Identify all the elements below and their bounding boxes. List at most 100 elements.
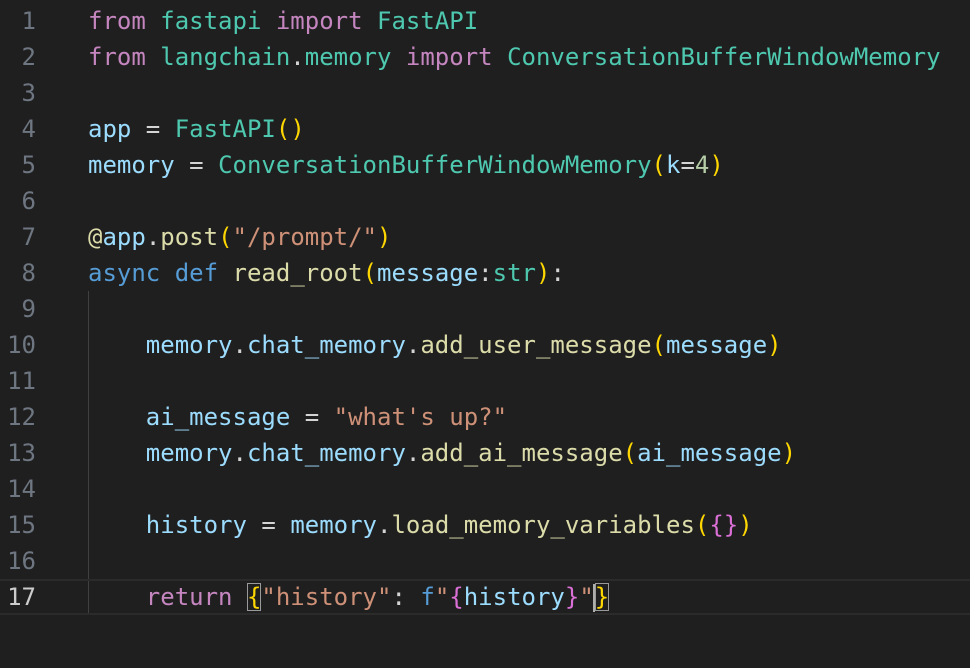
code-text: from langchain.memory import Conversatio…: [88, 39, 941, 75]
code-token: from: [88, 43, 146, 71]
code-token: (: [651, 331, 666, 359]
code-token: :: [550, 259, 565, 287]
code-token: "history": [261, 583, 392, 611]
code-token: {}: [709, 511, 739, 539]
code-token: {: [246, 583, 262, 611]
code-token: @: [88, 223, 103, 251]
line-number: 12: [7, 403, 36, 431]
code-line[interactable]: 15 history = memory.load_memory_variable…: [0, 507, 970, 543]
code-line[interactable]: 16: [0, 543, 970, 579]
code-text: async def read_root(message:str):: [88, 255, 565, 291]
code-token: chat_memory: [246, 331, 406, 359]
line-number: 3: [21, 79, 36, 107]
code-text: app = FastAPI(): [88, 111, 305, 147]
code-token: .: [290, 43, 305, 71]
code-token: =: [680, 151, 695, 179]
code-line[interactable]: 10 memory.chat_memory.add_user_message(m…: [0, 327, 970, 363]
code-token: FastAPI: [174, 115, 276, 143]
code-token: ai_message: [145, 403, 291, 431]
code-line[interactable]: 11: [0, 363, 970, 399]
code-line[interactable]: 8 async def read_root(message:str):: [0, 255, 970, 291]
code-line[interactable]: 6: [0, 183, 970, 219]
code-line[interactable]: 4 app = FastAPI(): [0, 111, 970, 147]
code-token: async: [88, 259, 161, 287]
code-token: :: [391, 583, 421, 611]
code-line[interactable]: 1 from fastapi import FastAPI: [0, 3, 970, 39]
code-token: 4: [694, 151, 710, 179]
code-token: ): [767, 331, 782, 359]
line-number: 8: [21, 259, 36, 287]
code-token: post: [160, 223, 219, 251]
code-token: ConversationBufferWindowMemory: [218, 151, 652, 179]
line-number: 10: [7, 331, 36, 359]
code-token: load_memory_variables: [391, 511, 695, 539]
code-token: =: [131, 115, 175, 143]
line-number: 13: [7, 439, 36, 467]
code-token: memory: [290, 511, 378, 539]
code-token: ": [579, 583, 594, 611]
code-token: import: [275, 7, 363, 35]
code-token: .: [145, 223, 161, 251]
code-token: "/prompt/": [232, 223, 378, 251]
code-line[interactable]: 3: [0, 75, 970, 111]
line-number: 5: [21, 151, 36, 179]
code-token: memory: [304, 43, 392, 71]
code-line[interactable]: 9: [0, 291, 970, 327]
code-token: ): [738, 511, 753, 539]
line-number: 15: [7, 511, 36, 539]
code-line[interactable]: 13 memory.chat_memory.add_ai_message(ai_…: [0, 435, 970, 471]
code-token: from: [88, 7, 146, 35]
code-token: (: [622, 439, 638, 467]
code-token: .: [377, 511, 392, 539]
code-token: read_root: [232, 259, 363, 287]
code-token: message: [377, 259, 479, 287]
code-token: def: [174, 259, 219, 287]
code-text: memory = ConversationBufferWindowMemory(…: [88, 147, 724, 183]
code-token: app: [88, 115, 132, 143]
code-line[interactable]: 17 return {"history": f"{history}"}: [0, 579, 970, 615]
code-line[interactable]: 7 @app.post("/prompt/"): [0, 219, 970, 255]
code-token: (: [218, 223, 233, 251]
code-token: add_user_message: [420, 331, 652, 359]
code-token: str: [492, 259, 536, 287]
code-text: history = memory.load_memory_variables({…: [88, 507, 753, 543]
code-token: =: [290, 403, 334, 431]
code-line[interactable]: 14: [0, 471, 970, 507]
code-token: ): [535, 259, 551, 287]
code-token: .: [232, 439, 247, 467]
code-line[interactable]: 5 memory = ConversationBufferWindowMemory…: [0, 147, 970, 183]
line-number: 14: [7, 475, 36, 503]
line-number: 7: [21, 223, 36, 251]
code-token: memory: [145, 331, 233, 359]
code-token: k: [666, 151, 681, 179]
code-token: }: [594, 583, 610, 611]
code-token: import: [405, 43, 493, 71]
code-token: ): [377, 223, 392, 251]
code-token: :: [478, 259, 493, 287]
code-text: return {"history": f"{history}"}: [88, 581, 610, 613]
code-token: FastAPI: [377, 7, 479, 35]
code-text: from fastapi import FastAPI: [88, 3, 478, 39]
line-number: 6: [21, 187, 36, 215]
code-token: (: [694, 511, 710, 539]
code-text: ai_message = "what's up?": [88, 399, 507, 435]
code-token: app: [102, 223, 146, 251]
code-line[interactable]: 12 ai_message = "what's up?": [0, 399, 970, 435]
code-line[interactable]: 2 from langchain.memory import Conversati…: [0, 39, 970, 75]
code-token: }: [564, 583, 580, 611]
code-editor[interactable]: 1 from fastapi import FastAPI 2 from langch…: [0, 0, 970, 668]
code-token: .: [405, 439, 421, 467]
code-token: message: [666, 331, 768, 359]
line-number: 1: [21, 7, 36, 35]
